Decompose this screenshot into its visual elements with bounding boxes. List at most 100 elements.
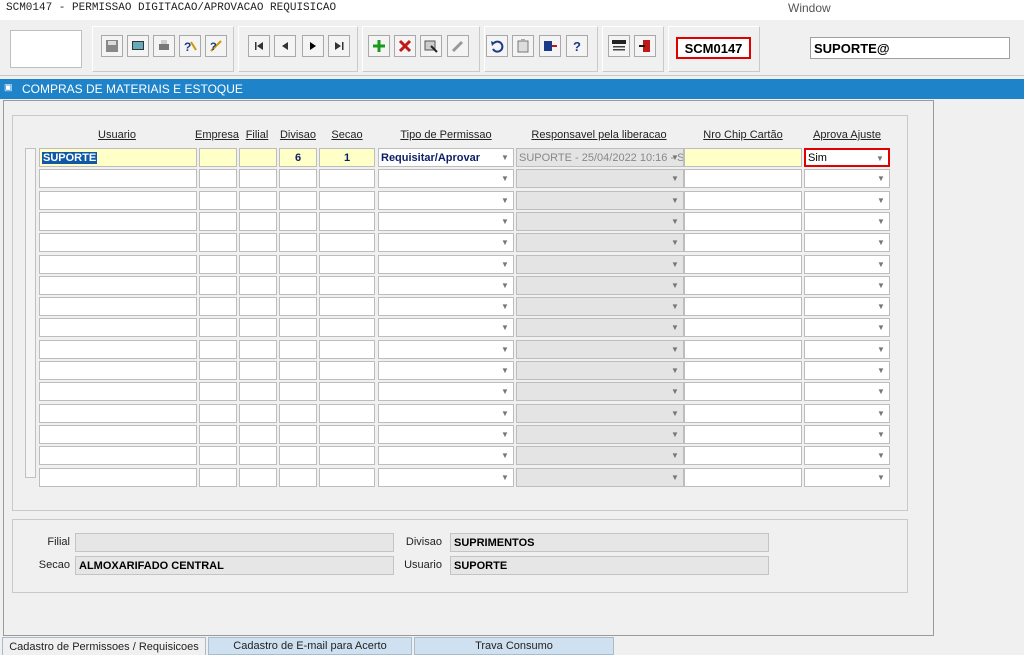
cell-secao[interactable] xyxy=(319,403,375,423)
list-values-icon[interactable] xyxy=(539,35,561,57)
chevron-down-icon[interactable]: ▼ xyxy=(499,469,511,486)
insert-record-icon[interactable] xyxy=(368,35,390,57)
chevron-down-icon[interactable]: ▼ xyxy=(499,213,511,230)
cell-divisao[interactable] xyxy=(279,446,317,466)
chevron-down-icon[interactable]: ▼ xyxy=(669,362,681,379)
chevron-down-icon[interactable]: ▼ xyxy=(669,256,681,273)
chevron-down-icon[interactable]: ▼ xyxy=(669,170,681,187)
cell-chip[interactable] xyxy=(684,169,802,189)
grid-scrollbar[interactable] xyxy=(25,148,36,478)
previous-record-icon[interactable] xyxy=(274,35,296,57)
cell-chip[interactable] xyxy=(684,233,802,253)
chevron-down-icon[interactable]: ▼ xyxy=(874,150,886,165)
cell-aprova[interactable]: ▼ xyxy=(804,361,890,380)
cell-chip[interactable] xyxy=(684,446,802,466)
cell-divisao[interactable] xyxy=(279,339,317,359)
cell-aprova[interactable]: Sim ▼ xyxy=(804,148,890,167)
last-record-icon[interactable] xyxy=(328,35,350,57)
chevron-down-icon[interactable]: ▼ xyxy=(875,469,887,486)
cell-chip[interactable] xyxy=(684,275,802,295)
cell-secao[interactable] xyxy=(319,382,375,402)
chevron-down-icon[interactable]: ▼ xyxy=(875,298,887,315)
chevron-down-icon[interactable]: ▼ xyxy=(499,149,511,166)
query-help-icon[interactable]: ? xyxy=(179,35,201,57)
cell-secao[interactable] xyxy=(319,297,375,317)
chevron-down-icon[interactable]: ▼ xyxy=(875,170,887,187)
clipboard-icon[interactable] xyxy=(512,35,534,57)
cell-aprova[interactable]: ▼ xyxy=(804,169,890,189)
tab-cadastro-email[interactable]: Cadastro de E-mail para Acerto xyxy=(208,637,412,655)
cell-empresa[interactable] xyxy=(199,190,237,210)
cell-usuario[interactable] xyxy=(39,424,197,444)
cell-secao[interactable] xyxy=(319,211,375,231)
chevron-down-icon[interactable]: ▼ xyxy=(669,149,681,166)
chevron-down-icon[interactable]: ▼ xyxy=(499,192,511,209)
cell-tipo[interactable]: ▼ xyxy=(378,233,514,253)
chevron-down-icon[interactable]: ▼ xyxy=(499,362,511,379)
window-restore-icon[interactable]: ▣ xyxy=(4,82,18,96)
chevron-down-icon[interactable]: ▼ xyxy=(875,405,887,422)
chevron-down-icon[interactable]: ▼ xyxy=(875,341,887,358)
cell-divisao[interactable] xyxy=(279,424,317,444)
cell-aprova[interactable]: ▼ xyxy=(804,190,890,210)
cell-filial[interactable] xyxy=(239,467,277,487)
exit-icon[interactable] xyxy=(634,35,656,57)
print-icon[interactable] xyxy=(153,35,175,57)
chevron-down-icon[interactable]: ▼ xyxy=(875,426,887,443)
chevron-down-icon[interactable]: ▼ xyxy=(875,192,887,209)
cell-usuario[interactable] xyxy=(39,467,197,487)
cell-usuario[interactable] xyxy=(39,254,197,274)
cell-chip[interactable] xyxy=(684,297,802,317)
cell-empresa[interactable] xyxy=(199,382,237,402)
cell-usuario[interactable] xyxy=(39,403,197,423)
cell-divisao[interactable] xyxy=(279,361,317,380)
cell-usuario[interactable] xyxy=(39,275,197,295)
cell-empresa[interactable] xyxy=(199,403,237,423)
cell-usuario[interactable] xyxy=(39,297,197,317)
cell-divisao[interactable] xyxy=(279,233,317,253)
cell-divisao[interactable] xyxy=(279,254,317,274)
cell-empresa[interactable] xyxy=(199,318,237,338)
cell-filial[interactable] xyxy=(239,233,277,253)
chevron-down-icon[interactable]: ▼ xyxy=(875,319,887,336)
cell-usuario[interactable] xyxy=(39,361,197,380)
delete-record-icon[interactable] xyxy=(394,35,416,57)
cell-aprova[interactable]: ▼ xyxy=(804,211,890,231)
cell-tipo[interactable]: ▼ xyxy=(378,275,514,295)
cell-filial[interactable] xyxy=(239,275,277,295)
execute-query-icon[interactable]: ? xyxy=(205,35,227,57)
cell-tipo[interactable]: ▼ xyxy=(378,467,514,487)
cell-chip[interactable] xyxy=(684,190,802,210)
cell-empresa[interactable] xyxy=(199,211,237,231)
cell-secao[interactable] xyxy=(319,275,375,295)
cell-tipo[interactable]: ▼ xyxy=(378,190,514,210)
cell-empresa[interactable] xyxy=(199,446,237,466)
cell-divisao[interactable]: 6 xyxy=(279,148,317,167)
cell-empresa[interactable] xyxy=(199,424,237,444)
tab-trava-consumo[interactable]: Trava Consumo xyxy=(414,637,614,655)
cell-secao[interactable] xyxy=(319,339,375,359)
chevron-down-icon[interactable]: ▼ xyxy=(499,383,511,400)
cell-aprova[interactable]: ▼ xyxy=(804,339,890,359)
chevron-down-icon[interactable]: ▼ xyxy=(669,469,681,486)
chevron-down-icon[interactable]: ▼ xyxy=(499,277,511,294)
cell-tipo[interactable]: ▼ xyxy=(378,446,514,466)
cell-aprova[interactable]: ▼ xyxy=(804,467,890,487)
cell-aprova[interactable]: ▼ xyxy=(804,446,890,466)
chevron-down-icon[interactable]: ▼ xyxy=(875,256,887,273)
cell-divisao[interactable] xyxy=(279,382,317,402)
cell-empresa[interactable] xyxy=(199,361,237,380)
chevron-down-icon[interactable]: ▼ xyxy=(499,341,511,358)
chevron-down-icon[interactable]: ▼ xyxy=(669,426,681,443)
cell-tipo[interactable]: Requisitar/Aprovar ▼ xyxy=(378,148,514,167)
cell-tipo[interactable]: ▼ xyxy=(378,361,514,380)
cell-usuario[interactable] xyxy=(39,233,197,253)
save-icon[interactable] xyxy=(101,35,123,57)
cell-aprova[interactable]: ▼ xyxy=(804,254,890,274)
window-menu[interactable]: Window xyxy=(788,1,831,15)
cell-empresa[interactable] xyxy=(199,467,237,487)
cell-empresa[interactable] xyxy=(199,339,237,359)
help-icon[interactable]: ? xyxy=(566,35,588,57)
cell-secao[interactable]: 1 xyxy=(319,148,375,167)
cell-chip[interactable] xyxy=(684,148,802,167)
